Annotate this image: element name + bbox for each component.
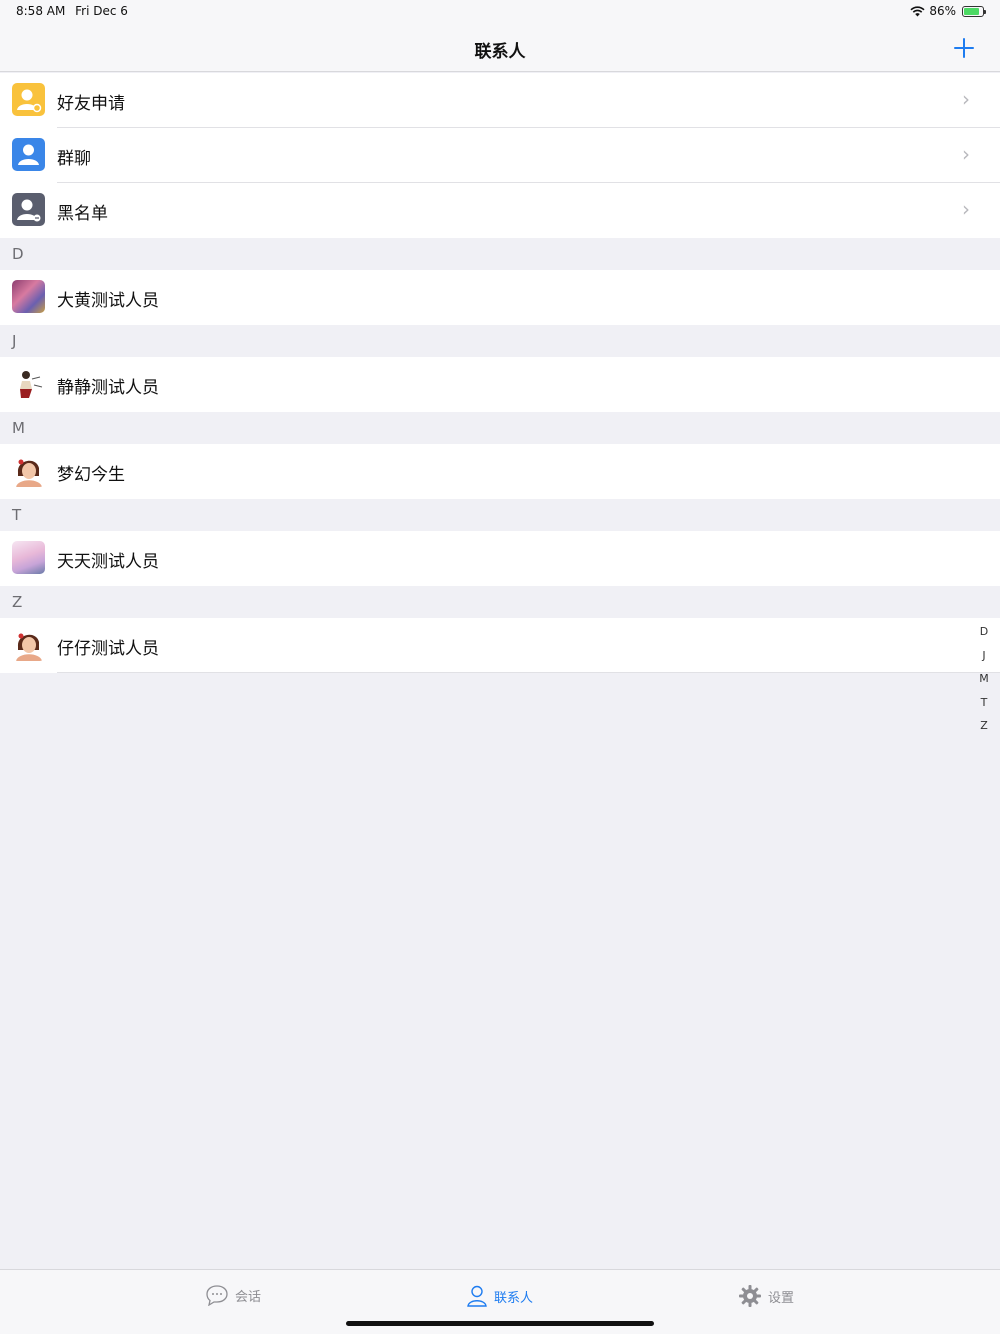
menu-label: 黑名单 <box>57 204 108 224</box>
section-header-z: Z <box>0 586 1000 618</box>
contact-row[interactable]: 天天测试人员 <box>0 531 1000 586</box>
page-title: 联系人 <box>474 42 526 62</box>
status-bar: 8:58 AM Fri Dec 6 86% <box>0 0 1000 24</box>
chevron-right-icon: › <box>962 197 970 221</box>
contact-name: 梦幻今生 <box>57 465 125 485</box>
contact-row[interactable]: 静静测试人员 <box>0 357 1000 412</box>
index-letter-j[interactable]: J <box>978 644 990 668</box>
menu-blacklist[interactable]: 黑名单 › <box>0 183 1000 238</box>
section-header-m: M <box>0 412 1000 444</box>
contact-name: 天天测试人员 <box>57 552 159 572</box>
chevron-right-icon: › <box>962 142 970 166</box>
index-letter-m[interactable]: M <box>978 667 990 691</box>
section-header-j: J <box>0 325 1000 357</box>
battery-percent: 86% <box>929 4 956 18</box>
index-letter-z[interactable]: Z <box>978 714 990 738</box>
tab-label: 会话 <box>235 1289 262 1305</box>
avatar <box>12 541 45 574</box>
menu-label: 群聊 <box>57 149 91 169</box>
contact-name: 大黄测试人员 <box>57 291 159 311</box>
blacklist-icon <box>12 193 45 226</box>
home-indicator <box>346 1321 654 1326</box>
plus-icon <box>954 38 974 58</box>
status-time: 8:58 AM <box>16 4 66 18</box>
chevron-right-icon: › <box>962 87 970 111</box>
battery-icon <box>962 5 986 17</box>
index-letter-t[interactable]: T <box>978 691 990 715</box>
chat-icon <box>206 1285 228 1306</box>
status-date: Fri Dec 6 <box>75 4 128 18</box>
contact-row[interactable]: 仔仔测试人员 <box>0 618 1000 673</box>
contact-row[interactable]: 大黄测试人员 <box>0 270 1000 325</box>
avatar <box>12 454 45 487</box>
contacts-icon <box>467 1285 487 1307</box>
tab-contacts[interactable]: 联系人 <box>466 1284 533 1308</box>
friend-request-icon <box>12 83 45 116</box>
gear-icon <box>739 1285 761 1307</box>
add-contact-button[interactable] <box>950 34 978 62</box>
section-header-t: T <box>0 499 1000 531</box>
avatar <box>12 280 45 313</box>
section-index[interactable]: D J M T Z <box>978 620 990 738</box>
contact-name: 仔仔测试人员 <box>57 639 159 659</box>
avatar <box>12 367 45 400</box>
menu-label: 好友申请 <box>57 94 125 114</box>
contact-list: 好友申请 › 群聊 › 黑名单 › D 大黄测试人员 J 静静测试人员 M 梦幻… <box>0 73 1000 673</box>
contact-row[interactable]: 梦幻今生 <box>0 444 1000 499</box>
tab-settings[interactable]: 设置 <box>738 1284 794 1308</box>
tab-chats[interactable]: 会话 <box>205 1284 261 1306</box>
contact-name: 静静测试人员 <box>57 378 159 398</box>
nav-bar: 联系人 <box>0 24 1000 72</box>
index-letter-d[interactable]: D <box>978 620 990 644</box>
wifi-icon <box>910 5 925 16</box>
tab-label: 设置 <box>768 1290 795 1306</box>
group-chat-icon <box>12 138 45 171</box>
menu-friend-request[interactable]: 好友申请 › <box>0 73 1000 128</box>
section-header-d: D <box>0 238 1000 270</box>
avatar <box>12 628 45 661</box>
tab-label: 联系人 <box>494 1290 534 1306</box>
menu-group-chat[interactable]: 群聊 › <box>0 128 1000 183</box>
